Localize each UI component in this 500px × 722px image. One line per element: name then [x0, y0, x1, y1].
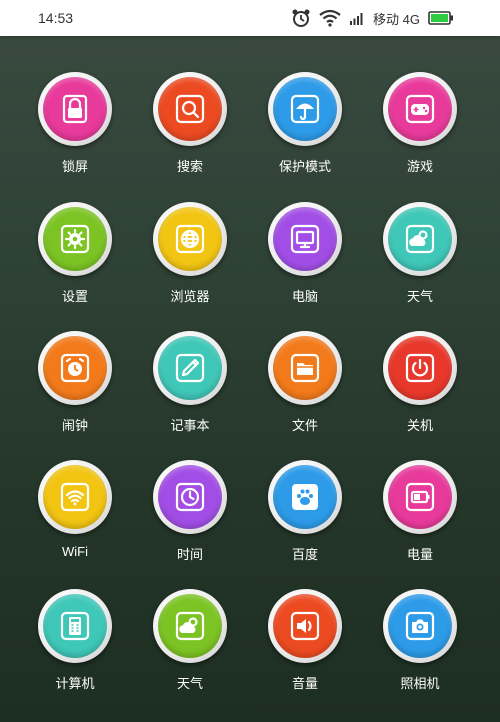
app-label: 天气 [406, 289, 433, 304]
app-label: 浏览器 [170, 289, 210, 304]
battery-icon[interactable] [388, 465, 452, 529]
app-label: 音量 [291, 676, 318, 691]
app-icon-ring[interactable] [268, 460, 342, 534]
power-icon[interactable] [388, 336, 452, 400]
folder-icon[interactable] [273, 336, 337, 400]
app-icon-ring[interactable] [153, 72, 227, 146]
weather-icon[interactable] [388, 207, 452, 271]
app-icon-ring[interactable] [38, 202, 112, 276]
app-umbrella-2[interactable]: 保护模式 [250, 72, 360, 192]
search-icon[interactable] [158, 77, 222, 141]
app-icon-ring[interactable] [38, 460, 112, 534]
app-icon-ring[interactable] [268, 72, 342, 146]
app-label: 天气 [176, 676, 203, 691]
app-label: 电量 [406, 547, 433, 562]
clock-icon[interactable] [158, 465, 222, 529]
calculator-icon[interactable] [43, 594, 107, 658]
app-icon-ring[interactable] [38, 589, 112, 663]
app-icon-ring[interactable] [383, 202, 457, 276]
app-icon-ring[interactable] [383, 460, 457, 534]
app-label: 保护模式 [278, 159, 331, 174]
weather-icon[interactable] [158, 594, 222, 658]
notepad-icon[interactable] [158, 336, 222, 400]
app-calculator-16[interactable]: 计算机 [20, 589, 130, 709]
app-wifi-12[interactable]: WiFi [20, 460, 130, 580]
alarm-clock-icon [291, 8, 311, 28]
app-gear-4[interactable]: 设置 [20, 202, 130, 322]
status-icons: 移动 4G [291, 7, 454, 29]
app-weather-17[interactable]: 天气 [135, 589, 245, 709]
gear-icon[interactable] [43, 207, 107, 271]
wifi-icon[interactable] [43, 465, 107, 529]
app-icon-ring[interactable] [268, 589, 342, 663]
app-icon-ring[interactable] [383, 589, 457, 663]
paw-icon[interactable] [273, 465, 337, 529]
app-globe-5[interactable]: 浏览器 [135, 202, 245, 322]
app-label: 文件 [291, 418, 318, 433]
app-icon-ring[interactable] [38, 331, 112, 405]
app-icon-ring[interactable] [383, 331, 457, 405]
app-icon-ring[interactable] [153, 331, 227, 405]
app-label: 照相机 [400, 676, 440, 691]
app-icon-ring[interactable] [153, 589, 227, 663]
speaker-icon[interactable] [273, 594, 337, 658]
gamepad-icon[interactable] [388, 77, 452, 141]
app-icon-ring[interactable] [153, 460, 227, 534]
app-icon-ring[interactable] [153, 202, 227, 276]
app-icon-ring[interactable] [268, 331, 342, 405]
carrier-label: 移动 4G [373, 11, 420, 27]
app-gamepad-3[interactable]: 游戏 [365, 72, 475, 192]
wifi-signal-icon [319, 9, 341, 27]
app-icon-ring[interactable] [383, 72, 457, 146]
app-label: 时间 [176, 547, 203, 562]
cellular-signal-icon [349, 10, 365, 26]
alarm-clock-icon[interactable] [43, 336, 107, 400]
battery-icon [428, 11, 454, 25]
lock-icon[interactable] [43, 77, 107, 141]
app-label: WiFi [62, 544, 88, 559]
umbrella-icon[interactable] [273, 77, 337, 141]
app-grid: 锁屏 搜索 保护模式 游戏 设置 浏览器 电脑 天气 闹钟 记事本 文件 关机 WiFi 时间 百度 电量 计算… [0, 36, 500, 722]
app-label: 关机 [406, 418, 433, 433]
app-speaker-18[interactable]: 音量 [250, 589, 360, 709]
app-power-11[interactable]: 关机 [365, 331, 475, 451]
globe-icon[interactable] [158, 207, 222, 271]
app-label: 闹钟 [61, 418, 88, 433]
app-notepad-9[interactable]: 记事本 [135, 331, 245, 451]
app-folder-10[interactable]: 文件 [250, 331, 360, 451]
camera-icon[interactable] [388, 594, 452, 658]
app-lock-0[interactable]: 锁屏 [20, 72, 130, 192]
app-alarm-clock-8[interactable]: 闹钟 [20, 331, 130, 451]
app-icon-ring[interactable] [38, 72, 112, 146]
app-label: 电脑 [291, 289, 318, 304]
app-paw-14[interactable]: 百度 [250, 460, 360, 580]
status-time: 14:53 [38, 10, 74, 26]
app-label: 游戏 [406, 159, 433, 174]
app-weather-7[interactable]: 天气 [365, 202, 475, 322]
app-label: 记事本 [170, 418, 210, 433]
app-monitor-6[interactable]: 电脑 [250, 202, 360, 322]
app-label: 锁屏 [61, 159, 88, 174]
app-search-1[interactable]: 搜索 [135, 72, 245, 192]
app-label: 百度 [291, 547, 318, 562]
status-bar: 14:53 移动 4G [0, 0, 500, 36]
app-label: 搜索 [176, 159, 203, 174]
app-icon-ring[interactable] [268, 202, 342, 276]
app-clock-13[interactable]: 时间 [135, 460, 245, 580]
app-label: 设置 [61, 289, 88, 304]
monitor-icon[interactable] [273, 207, 337, 271]
app-camera-19[interactable]: 照相机 [365, 589, 475, 709]
app-battery-15[interactable]: 电量 [365, 460, 475, 580]
app-label: 计算机 [55, 676, 95, 691]
